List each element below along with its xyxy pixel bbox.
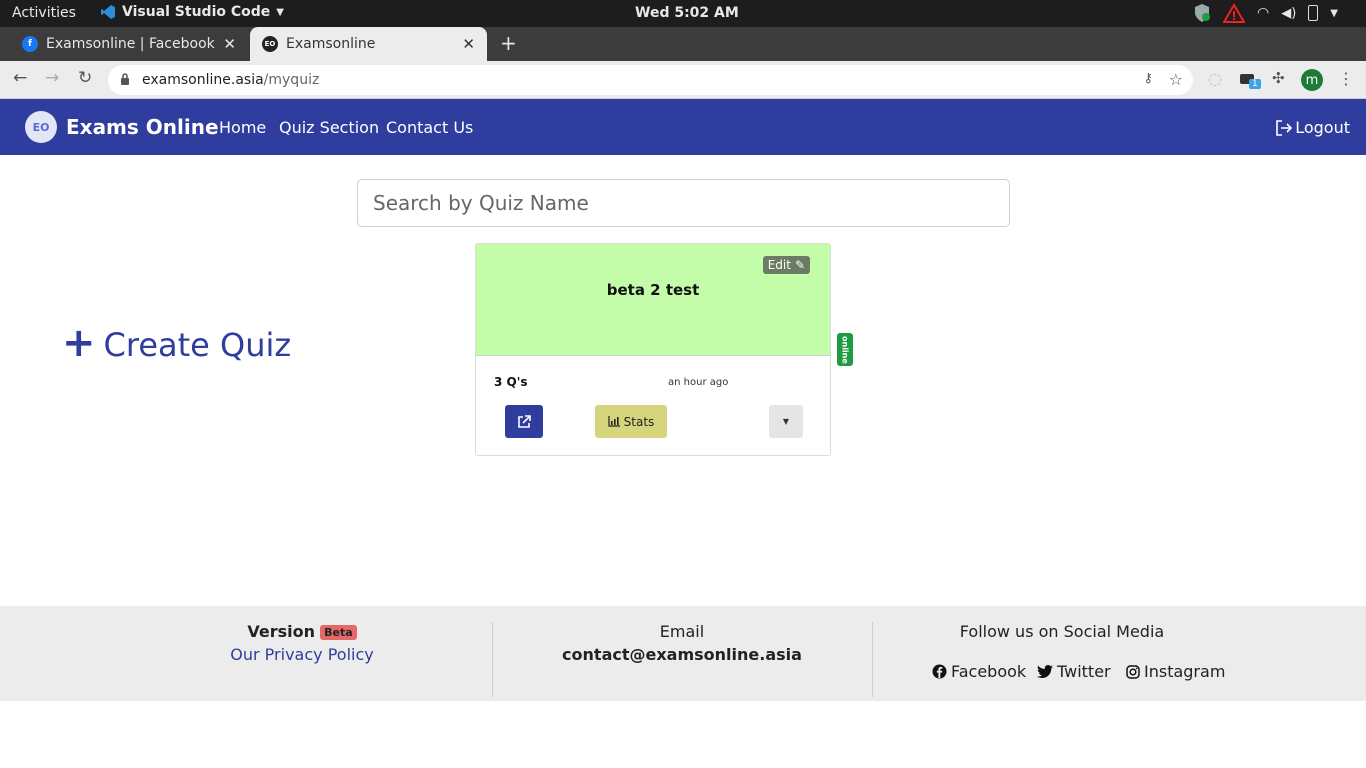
footer-social-column: Follow us on Social Media bbox=[872, 622, 1252, 641]
bar-chart-icon bbox=[608, 416, 620, 427]
question-count: 3 Q's bbox=[494, 375, 528, 389]
brand-name[interactable]: Exams Online bbox=[66, 115, 219, 139]
edit-quiz-button[interactable]: Edit ✎ bbox=[762, 256, 810, 274]
shield-icon bbox=[1195, 4, 1210, 22]
logout-icon bbox=[1276, 119, 1293, 136]
footer-email-column: Email contact@examsonline.asia bbox=[492, 622, 872, 664]
nav-home[interactable]: Home bbox=[219, 118, 266, 137]
key-icon[interactable]: ⚷ bbox=[1143, 71, 1153, 86]
extension-icon[interactable]: ◌ bbox=[1208, 69, 1222, 88]
nav-quiz-section[interactable]: Quiz Section bbox=[279, 118, 379, 137]
email-label: Email bbox=[659, 622, 705, 641]
stats-button[interactable]: Stats bbox=[595, 405, 667, 438]
social-heading: Follow us on Social Media bbox=[959, 622, 1165, 641]
version-label: Version bbox=[247, 622, 315, 641]
logout-button[interactable]: Logout bbox=[1275, 118, 1350, 137]
tab-title: Examsonline | Facebook bbox=[46, 36, 215, 52]
app-name: Visual Studio Code bbox=[122, 4, 271, 20]
vscode-icon bbox=[101, 5, 115, 19]
site-navbar: EO Exams Online Home Quiz Section Contac… bbox=[0, 99, 1366, 155]
video-extension-icon[interactable]: 1 bbox=[1240, 69, 1261, 89]
tab-facebook[interactable]: f Examsonline | Facebook ✕ bbox=[10, 27, 248, 61]
open-quiz-button[interactable] bbox=[505, 405, 543, 438]
app-menu[interactable]: Visual Studio Code ▼ bbox=[100, 4, 284, 20]
beta-badge: Beta bbox=[320, 625, 357, 640]
forward-icon[interactable]: → bbox=[45, 68, 59, 88]
quiz-card-header: beta 2 test Edit ✎ bbox=[476, 244, 830, 356]
instagram-icon bbox=[1126, 664, 1140, 679]
url-text: examsonline.asia/myquiz bbox=[142, 72, 320, 88]
logout-label: Logout bbox=[1295, 118, 1350, 137]
address-bar[interactable]: examsonline.asia/myquiz ⚷ ☆ bbox=[108, 65, 1193, 95]
back-icon[interactable]: ← bbox=[13, 68, 27, 88]
warning-icon bbox=[1223, 3, 1245, 23]
twitter-icon bbox=[1037, 664, 1053, 678]
new-tab-button[interactable]: + bbox=[500, 31, 517, 55]
email-address[interactable]: contact@examsonline.asia bbox=[492, 645, 872, 664]
quiz-title: beta 2 test bbox=[606, 281, 700, 299]
activities-button[interactable]: Activities bbox=[12, 5, 76, 21]
system-top-bar: Activities Visual Studio Code ▼ Wed 5:02… bbox=[0, 0, 1366, 27]
social-link-instagram[interactable]: Instagram bbox=[1126, 662, 1225, 681]
create-quiz-label: Create Quiz bbox=[103, 326, 292, 364]
caret-down-icon: ▼ bbox=[782, 417, 790, 426]
lock-icon bbox=[121, 73, 129, 85]
facebook-label: Facebook bbox=[951, 662, 1027, 681]
privacy-policy-link[interactable]: Our Privacy Policy bbox=[230, 645, 373, 664]
star-icon[interactable]: ☆ bbox=[1169, 70, 1183, 89]
extension-badge: 1 bbox=[1249, 79, 1261, 89]
plus-icon: + bbox=[62, 320, 96, 366]
browser-toolbar: ← → ↻ examsonline.asia/myquiz ⚷ ☆ ◌ 1 ✣ … bbox=[0, 61, 1366, 99]
facebook-icon bbox=[932, 664, 947, 679]
chevron-down-icon: ▼ bbox=[276, 6, 284, 18]
tab-title: Examsonline bbox=[286, 36, 376, 52]
social-link-twitter[interactable]: Twitter bbox=[1037, 662, 1111, 681]
menu-dots-icon[interactable]: ⋮ bbox=[1338, 69, 1354, 88]
facebook-icon: f bbox=[22, 36, 38, 52]
reload-icon[interactable]: ↻ bbox=[78, 68, 92, 88]
create-quiz-button[interactable]: + Create Quiz bbox=[62, 320, 292, 366]
close-icon[interactable]: ✕ bbox=[462, 35, 475, 53]
instagram-label: Instagram bbox=[1144, 662, 1226, 681]
quiz-timestamp: an hour ago bbox=[668, 377, 729, 388]
site-footer: Version Beta Our Privacy Policy Email co… bbox=[0, 606, 1366, 701]
browser-tab-strip: f Examsonline | Facebook ✕ EO Examsonlin… bbox=[0, 27, 1366, 61]
site-logo[interactable]: EO bbox=[25, 111, 57, 143]
external-link-icon bbox=[518, 414, 531, 428]
stats-label: Stats bbox=[623, 414, 655, 429]
twitter-label: Twitter bbox=[1057, 662, 1111, 681]
volume-icon: ◀) bbox=[1281, 5, 1297, 21]
profile-avatar[interactable]: m bbox=[1301, 69, 1323, 91]
clock[interactable]: Wed 5:02 AM bbox=[635, 5, 739, 21]
puzzle-icon[interactable]: ✣ bbox=[1272, 69, 1285, 87]
system-tray[interactable]: ◠ ◀) ▼ bbox=[1193, 3, 1338, 23]
site-favicon-icon: EO bbox=[262, 36, 278, 52]
nav-contact-us[interactable]: Contact Us bbox=[386, 118, 473, 137]
battery-icon bbox=[1308, 5, 1319, 21]
edit-label: Edit bbox=[767, 258, 791, 272]
pencil-icon: ✎ bbox=[794, 258, 805, 272]
quiz-options-dropdown[interactable]: ▼ bbox=[769, 405, 803, 438]
wifi-icon: ◠ bbox=[1257, 5, 1270, 21]
social-link-facebook[interactable]: Facebook bbox=[932, 662, 1026, 681]
tab-examsonline[interactable]: EO Examsonline ✕ bbox=[250, 27, 487, 61]
quiz-search-input[interactable] bbox=[357, 179, 1010, 227]
chevron-down-icon: ▼ bbox=[1330, 7, 1338, 19]
status-badge: online bbox=[837, 333, 853, 366]
quiz-card: beta 2 test Edit ✎ 3 Q's an hour ago Sta… bbox=[475, 243, 831, 456]
close-icon[interactable]: ✕ bbox=[223, 35, 236, 53]
